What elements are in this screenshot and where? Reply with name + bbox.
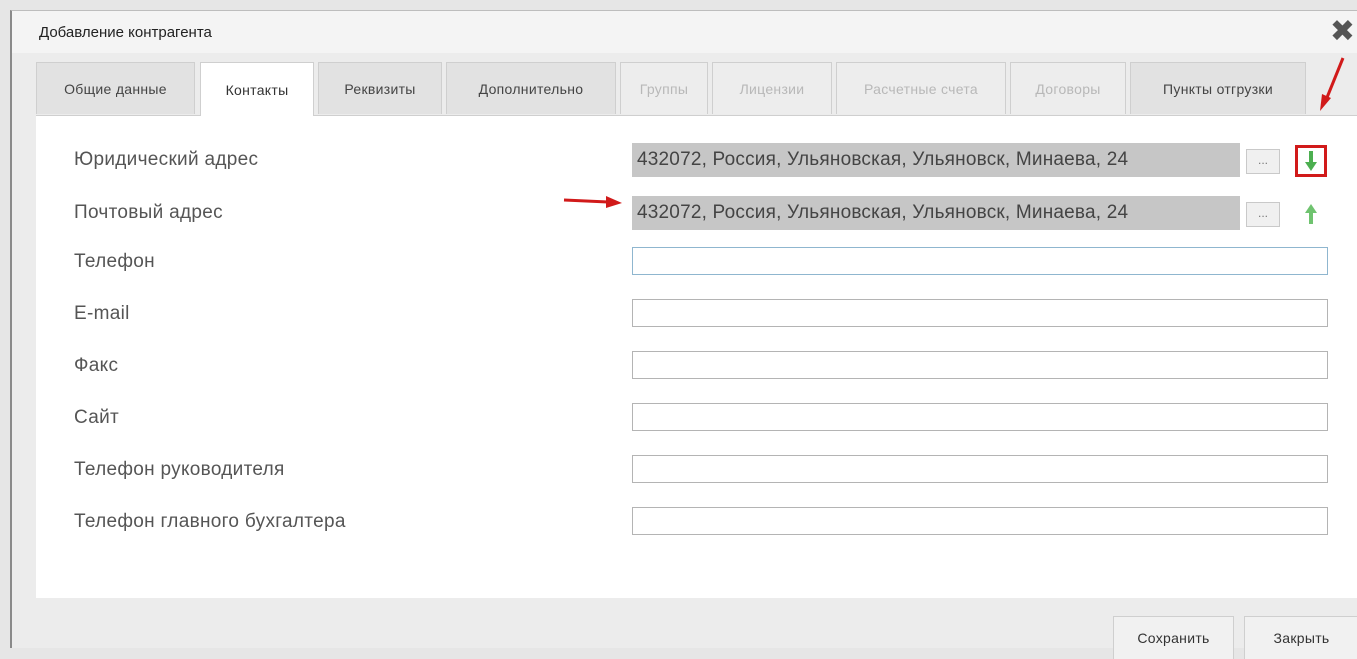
site-label: Сайт: [74, 407, 120, 428]
row-director-phone: Телефон руководителя: [36, 455, 1357, 485]
row-email: E-mail: [36, 299, 1357, 329]
tab-bank-accounts: Расчетные счета: [836, 62, 1006, 114]
copy-down-button[interactable]: [1295, 145, 1327, 177]
postal-address-select-button[interactable]: ...: [1246, 202, 1280, 227]
tab-bar: Общие данные Контакты Реквизиты Дополнит…: [36, 62, 1326, 116]
dialog-title: Добавление контрагента: [39, 24, 212, 41]
row-legal-address: Юридический адрес ...: [36, 143, 1357, 177]
postal-address-input[interactable]: [632, 196, 1240, 230]
tab-licenses: Лицензии: [712, 62, 832, 114]
row-site: Сайт: [36, 403, 1357, 433]
tab-requisites[interactable]: Реквизиты: [318, 62, 442, 114]
email-input[interactable]: [632, 299, 1328, 327]
close-button[interactable]: Закрыть: [1244, 616, 1357, 659]
arrow-down-icon: [1305, 151, 1317, 171]
tab-general[interactable]: Общие данные: [36, 62, 195, 114]
site-input[interactable]: [632, 403, 1328, 431]
tab-shipping-points[interactable]: Пункты отгрузки: [1130, 62, 1306, 114]
postal-address-label: Почтовый адрес: [74, 202, 223, 223]
save-button[interactable]: Сохранить: [1113, 616, 1234, 659]
accountant-phone-input[interactable]: [632, 507, 1328, 535]
arrow-up-icon: [1305, 204, 1317, 224]
fax-label: Факс: [74, 355, 119, 376]
legal-address-select-button[interactable]: ...: [1246, 149, 1280, 174]
director-phone-input[interactable]: [632, 455, 1328, 483]
tab-contacts[interactable]: Контакты: [200, 62, 314, 116]
email-label: E-mail: [74, 303, 130, 324]
director-phone-label: Телефон руководителя: [74, 459, 285, 480]
contacts-panel: Юридический адрес ... Почтовый адрес ...: [36, 115, 1357, 598]
row-fax: Факс: [36, 351, 1357, 381]
row-postal-address: Почтовый адрес ...: [36, 196, 1357, 230]
legal-address-input[interactable]: [632, 143, 1240, 177]
phone-label: Телефон: [74, 251, 155, 272]
dialog-window: Добавление контрагента ✖ Общие данные Ко…: [10, 10, 1357, 659]
row-accountant-phone: Телефон главного бухгалтера: [36, 507, 1357, 537]
tab-additional[interactable]: Дополнительно: [446, 62, 616, 114]
row-phone: Телефон: [36, 247, 1357, 277]
legal-address-label: Юридический адрес: [74, 149, 259, 170]
tab-groups: Группы: [620, 62, 708, 114]
copy-up-button[interactable]: [1295, 198, 1327, 230]
accountant-phone-label: Телефон главного бухгалтера: [74, 511, 346, 532]
dialog-titlebar: Добавление контрагента ✖: [12, 11, 1357, 53]
close-icon[interactable]: ✖: [1330, 17, 1355, 47]
phone-input[interactable]: [632, 247, 1328, 275]
fax-input[interactable]: [632, 351, 1328, 379]
tab-contracts: Договоры: [1010, 62, 1126, 114]
